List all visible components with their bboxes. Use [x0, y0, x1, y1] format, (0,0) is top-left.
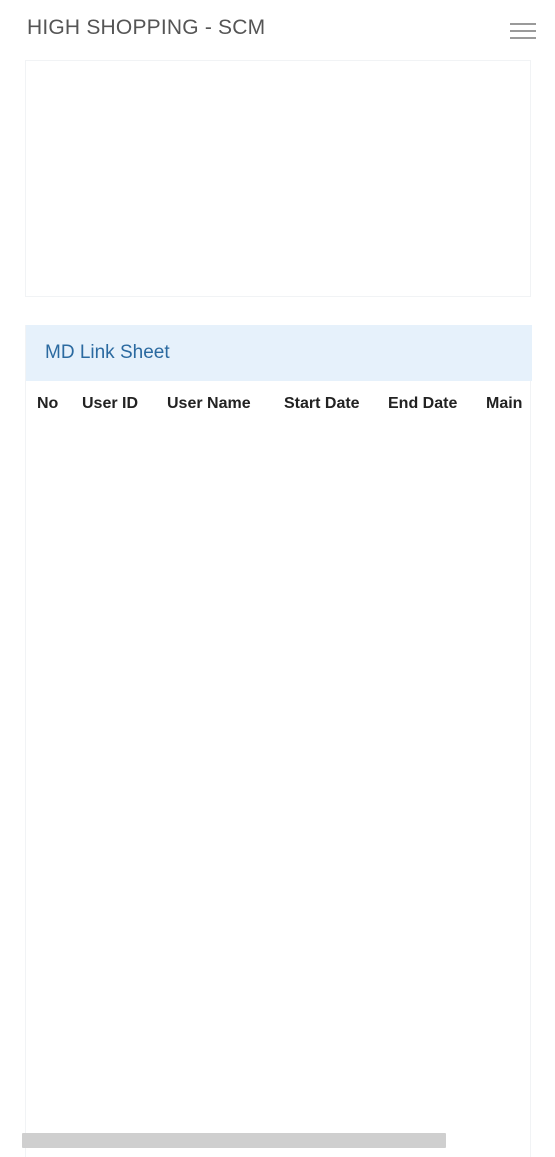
column-header-user-id[interactable]: User ID [82, 395, 138, 413]
column-header-no[interactable]: No [37, 395, 58, 413]
column-header-main[interactable]: Main [486, 395, 522, 413]
md-link-sheet-panel: MD Link Sheet No User ID User Name Start… [25, 325, 532, 1157]
table-header-row: No User ID User Name Start Date End Date… [26, 395, 532, 419]
column-header-start-date[interactable]: Start Date [284, 395, 360, 413]
sheet-title: MD Link Sheet [45, 342, 170, 363]
top-content-panel [25, 60, 531, 297]
table-body [26, 425, 532, 1125]
column-header-user-name[interactable]: User Name [167, 395, 251, 413]
horizontal-scrollbar[interactable] [22, 1133, 446, 1148]
hamburger-menu-icon[interactable] [508, 20, 538, 42]
menu-bar [510, 23, 536, 25]
menu-bar [510, 37, 536, 39]
column-header-end-date[interactable]: End Date [388, 395, 457, 413]
menu-bar [510, 30, 536, 32]
app-header: HIGH SHOPPING - SCM [0, 0, 555, 60]
sheet-heading: MD Link Sheet [26, 325, 532, 381]
app-title: HIGH SHOPPING - SCM [27, 16, 266, 39]
